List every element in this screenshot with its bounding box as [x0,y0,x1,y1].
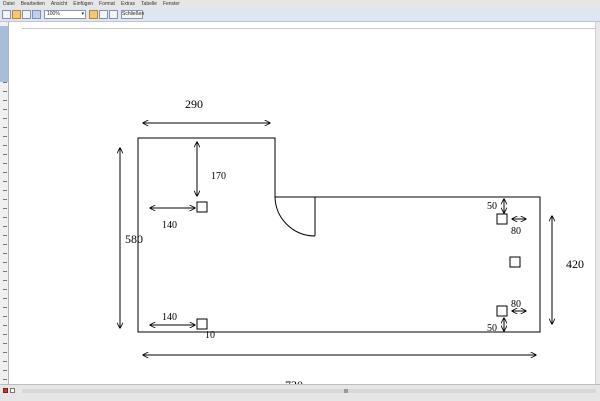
socket-right-bottom [496,305,508,317]
label-right-bottom-side: 80 [511,299,521,310]
label-right-bottom-gap: 50 [487,323,497,334]
label-left-height: 580 [125,232,143,246]
label-top-width: 290 [185,97,203,111]
status-bar [0,384,600,401]
room-outline [137,137,541,333]
label-socket-lower: 140 [162,312,177,323]
print-layout-view-button[interactable] [3,388,8,393]
label-inner-vertical: 170 [211,171,226,182]
floor-plan-diagram: 290 580 730 420 170 140 140 10 50 80 80 … [0,97,584,392]
door-swing-arc [274,196,316,237]
socket-right-top [496,213,508,225]
socket-right-middle [509,256,521,268]
label-lower-socket-gap: 10 [205,330,215,341]
horizontal-scroll-thumb[interactable] [344,389,348,393]
normal-view-button[interactable] [10,388,15,393]
label-socket-upper: 140 [162,220,177,231]
socket-upper-left [196,201,208,213]
label-right-height: 420 [566,257,584,271]
label-right-top-gap: 50 [487,201,497,212]
horizontal-scrollbar[interactable] [22,389,596,393]
label-right-top-side: 80 [511,226,521,237]
socket-lower-left [196,318,208,330]
